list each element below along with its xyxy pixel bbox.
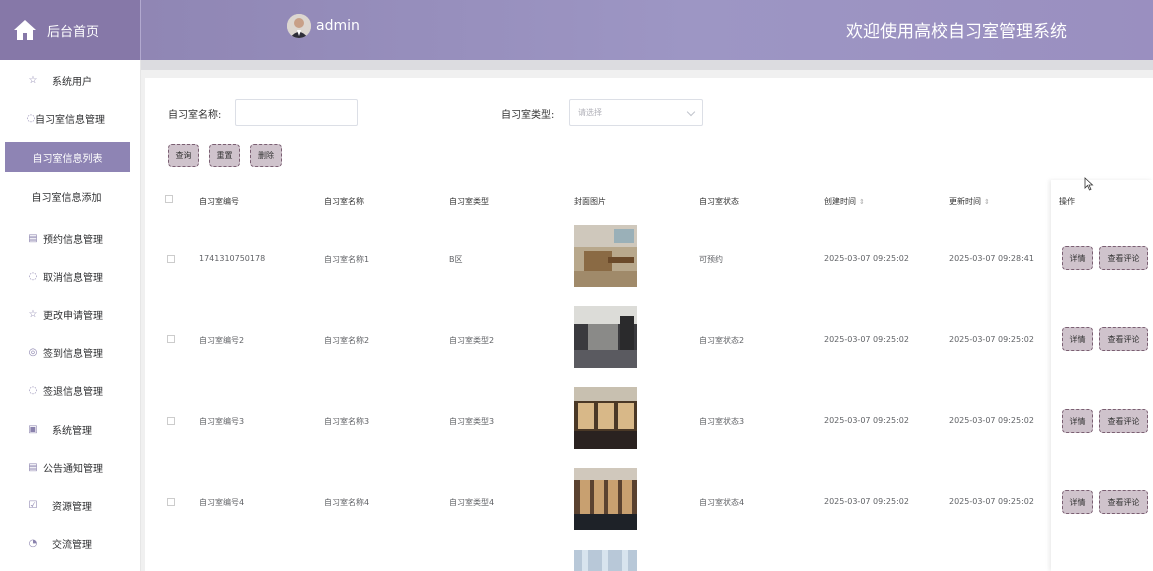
sidebar-item-room-add[interactable]: 自习室信息添加 [0,181,141,211]
top-bar: 后台首页 admin 欢迎使用高校自习室管理系统 [0,0,1153,60]
cell-updated-time: 2025-03-07 09:25:02 [949,416,1034,425]
reset-button[interactable]: 重置 [209,144,240,167]
cell-room-name: 自习室名称1 [324,255,370,264]
cell-room-name: 自习室名称2 [324,336,370,345]
cell-room-status: 自习室状态2 [699,336,745,345]
room-type-label: 自习室类型: [501,110,555,121]
cell-created-time: 2025-03-07 09:25:02 [824,254,909,263]
star-icon: ☆ [28,308,38,320]
sidebar: ☆ 系统用户 ◌ 自习室信息管理 自习室信息列表 自习室信息添加 ▤ 预约信息管… [0,60,141,571]
cell-room-type: 自习室类型2 [449,336,495,345]
sidebar-item-change-requests[interactable]: ☆ 更改申请管理 [0,299,141,329]
mouse-cursor-icon [1084,177,1094,191]
header-room-code: 自习室编号 [199,197,239,206]
view-reviews-button[interactable]: 查看评论 [1099,409,1148,433]
cell-room-status: 可预约 [699,255,723,264]
cell-room-code: 自习室编号2 [199,336,245,345]
header-created-time[interactable]: 创建时间 ⇕ [824,196,865,207]
home-label: 后台首页 [47,24,100,40]
cell-room-code: 自习室编号4 [199,498,245,507]
sidebar-item-communication[interactable]: ◔ 交流管理 [0,528,141,558]
sort-icon[interactable]: ⇕ [859,198,865,206]
detail-button[interactable]: 详情 [1062,490,1093,514]
sidebar-item-system-users[interactable]: ☆ 系统用户 [0,65,141,95]
cover-image [574,468,637,530]
sidebar-item-reservations[interactable]: ▤ 预约信息管理 [0,223,141,253]
home-link[interactable]: 后台首页 [0,0,141,60]
sidebar-item-announcements[interactable]: ▤ 公告通知管理 [0,452,141,482]
star-icon: ☆ [28,74,38,86]
sidebar-item-room-list[interactable]: 自习室信息列表 [5,142,130,172]
sidebar-item-cancellations[interactable]: ◌ 取消信息管理 [0,261,141,291]
cover-image [574,225,637,287]
query-button[interactable]: 查询 [168,144,199,167]
header-room-status: 自习室状态 [699,197,739,206]
calendar-icon: ▤ [28,461,38,473]
chevron-down-icon [686,107,696,117]
cell-room-code: 1741310750178 [199,254,266,263]
cell-created-time: 2025-03-07 09:25:02 [824,416,909,425]
detail-button[interactable]: 详情 [1062,246,1093,270]
header-updated-time[interactable]: 更新时间 ⇕ [949,196,990,207]
cell-room-type: B区 [449,255,463,264]
check-icon: ☑ [28,499,38,511]
detail-button[interactable]: 详情 [1062,409,1093,433]
detail-button[interactable]: 详情 [1062,327,1093,351]
username: admin [316,18,360,34]
sidebar-item-room-info[interactable]: ◌ 自习室信息管理 [0,103,141,133]
header-room-type: 自习室类型 [449,197,489,206]
calendar-icon: ▣ [28,423,38,435]
avatar [287,14,311,38]
header-cover-image: 封面图片 [574,197,606,206]
select-all-checkbox[interactable] [165,195,173,203]
compass-icon: ◎ [28,346,38,358]
cell-room-name: 自习室名称3 [324,417,370,426]
cover-image [574,387,637,449]
header-operations: 操作 [1059,197,1075,206]
cell-updated-time: 2025-03-07 09:25:02 [949,497,1034,506]
tab-strip [141,60,1153,70]
cell-room-type: 自习室类型4 [449,498,495,507]
view-reviews-button[interactable]: 查看评论 [1099,490,1148,514]
row-checkbox[interactable] [167,498,175,506]
cell-room-code: 自习室编号3 [199,417,245,426]
view-reviews-button[interactable]: 查看评论 [1099,246,1148,270]
drop-icon: ◌ [28,270,38,282]
row-checkbox[interactable] [167,417,175,425]
cell-updated-time: 2025-03-07 09:25:02 [949,335,1034,344]
welcome-title: 欢迎使用高校自习室管理系统 [846,22,1067,42]
sidebar-item-system-admin[interactable]: ▣ 系统管理 [0,414,141,444]
clock-icon: ◔ [28,537,38,549]
drop-icon: ◌ [26,112,36,124]
room-name-label: 自习室名称: [168,110,222,121]
room-name-input[interactable] [235,99,358,126]
cover-image [574,550,637,571]
operations-column: 操作 详情 查看评论 详情 查看评论 详情 查看评论 详情 查看评论 [1051,180,1153,571]
cell-created-time: 2025-03-07 09:25:02 [824,497,909,506]
row-checkbox[interactable] [167,335,175,343]
home-icon [14,20,36,40]
row-checkbox[interactable] [167,255,175,263]
header-room-name: 自习室名称 [324,197,364,206]
user-menu[interactable]: admin [287,14,360,38]
sort-icon[interactable]: ⇕ [984,198,990,206]
cell-room-type: 自习室类型3 [449,417,495,426]
calendar-icon: ▤ [28,232,38,244]
cell-updated-time: 2025-03-07 09:28:41 [949,254,1034,263]
sidebar-item-resources[interactable]: ☑ 资源管理 [0,490,141,520]
sidebar-item-check-out[interactable]: ◌ 签退信息管理 [0,375,141,405]
room-type-select[interactable]: 请选择 [569,99,703,126]
cell-room-status: 自习室状态3 [699,417,745,426]
cell-created-time: 2025-03-07 09:25:02 [824,335,909,344]
drop-icon: ◌ [28,384,38,396]
sidebar-item-check-in[interactable]: ◎ 签到信息管理 [0,337,141,367]
delete-button[interactable]: 删除 [250,144,282,167]
view-reviews-button[interactable]: 查看评论 [1099,327,1148,351]
cover-image [574,306,637,368]
cell-room-status: 自习室状态4 [699,498,745,507]
cell-room-name: 自习室名称4 [324,498,370,507]
